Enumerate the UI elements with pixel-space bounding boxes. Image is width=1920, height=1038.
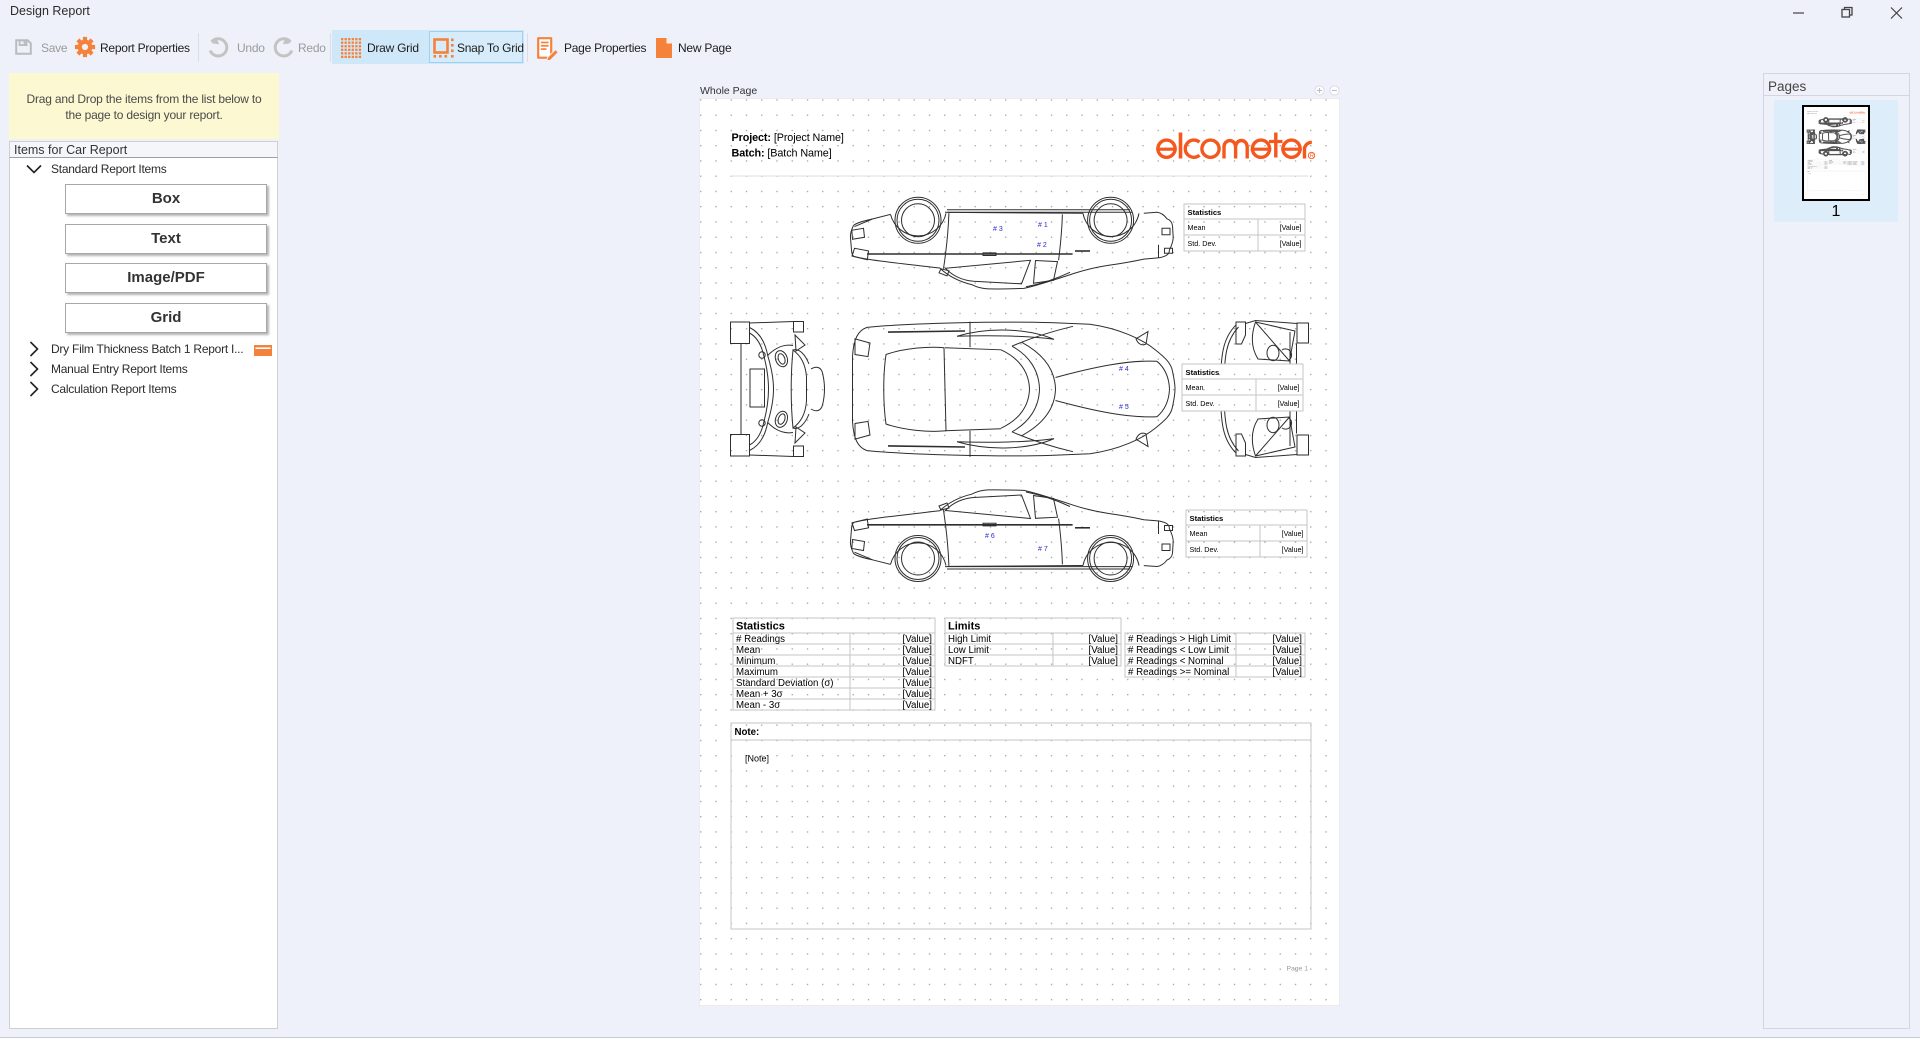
svg-text:# Readings < Nominal: # Readings < Nominal <box>1128 656 1224 667</box>
svg-text:Mean - 3σ: Mean - 3σ <box>736 700 780 711</box>
svg-text:Batch: [Batch Name]: Batch: [Batch Name] <box>732 147 832 159</box>
svg-text:[Value]: [Value] <box>1273 634 1302 645</box>
svg-text:NDFT: NDFT <box>948 656 974 667</box>
svg-text:# Readings: # Readings <box>736 634 785 645</box>
svg-text:[Value]: [Value] <box>903 634 932 645</box>
svg-text:Mean: Mean <box>1186 383 1204 392</box>
svg-text:Low Limit: Low Limit <box>948 645 989 656</box>
svg-text:Mean: Mean <box>1190 529 1208 538</box>
svg-text:[Value]: [Value] <box>1282 529 1304 538</box>
svg-text:Page 1: Page 1 <box>1286 966 1308 973</box>
svg-text:# Readings < Low Limit: # Readings < Low Limit <box>1128 645 1229 656</box>
svg-text:# 2: # 2 <box>1037 242 1047 249</box>
svg-text:[Value]: [Value] <box>1273 667 1302 678</box>
svg-text:Note:: Note: <box>735 727 760 738</box>
svg-text:Mean + 3σ: Mean + 3σ <box>736 689 783 700</box>
svg-text:# Readings > High Limit: # Readings > High Limit <box>1128 634 1231 645</box>
svg-text:[Value]: [Value] <box>1282 545 1304 554</box>
svg-text:# Readings >= Nominal: # Readings >= Nominal <box>1128 667 1229 678</box>
svg-text:# 4: # 4 <box>1119 366 1129 373</box>
svg-text:[Value]: [Value] <box>903 656 932 667</box>
svg-text:Maximum: Maximum <box>736 667 778 678</box>
svg-text:[Value]: [Value] <box>903 678 932 689</box>
svg-text:[Value]: [Value] <box>903 689 932 700</box>
svg-text:[Value]: [Value] <box>903 645 932 656</box>
svg-text:Minimum: Minimum <box>736 656 775 667</box>
svg-text:Project: [Project Name]: Project: [Project Name] <box>732 132 844 144</box>
svg-text:Std. Dev.: Std. Dev. <box>1190 545 1219 554</box>
svg-text:# 1: # 1 <box>1038 222 1048 229</box>
svg-text:# 5: # 5 <box>1119 404 1129 411</box>
svg-text:Statistics: Statistics <box>1190 514 1224 523</box>
svg-text:# 3: # 3 <box>993 226 1003 233</box>
svg-text:Statistics: Statistics <box>736 621 785 633</box>
svg-text:Statistics: Statistics <box>1188 208 1222 217</box>
svg-text:[Value]: [Value] <box>1089 634 1118 645</box>
svg-text:[Value]: [Value] <box>1280 223 1302 232</box>
svg-text:Standard Deviation (σ): Standard Deviation (σ) <box>736 678 834 689</box>
svg-text:[Value]: [Value] <box>903 667 932 678</box>
svg-text:[Note]: [Note] <box>745 754 769 764</box>
svg-text:Std. Dev.: Std. Dev. <box>1186 399 1215 408</box>
svg-text:Mean: Mean <box>736 645 760 656</box>
svg-text:Std. Dev.: Std. Dev. <box>1188 239 1217 248</box>
svg-text:Mean: Mean <box>1188 223 1206 232</box>
svg-text:[Value]: [Value] <box>1089 645 1118 656</box>
svg-text:Limits: Limits <box>948 621 980 633</box>
svg-text:# 6: # 6 <box>985 533 995 540</box>
svg-text:[Value]: [Value] <box>1280 239 1302 248</box>
svg-text:[Value]: [Value] <box>1278 383 1300 392</box>
svg-text:[Value]: [Value] <box>1273 656 1302 667</box>
svg-text:[Value]: [Value] <box>1089 656 1118 667</box>
svg-text:[Value]: [Value] <box>1278 399 1300 408</box>
svg-text:R: R <box>1310 154 1314 160</box>
svg-text:[Value]: [Value] <box>1273 645 1302 656</box>
svg-text:# 7: # 7 <box>1038 546 1048 553</box>
svg-text:[Value]: [Value] <box>903 700 932 711</box>
svg-text:Statistics: Statistics <box>1186 368 1220 377</box>
svg-text:High Limit: High Limit <box>948 634 991 645</box>
